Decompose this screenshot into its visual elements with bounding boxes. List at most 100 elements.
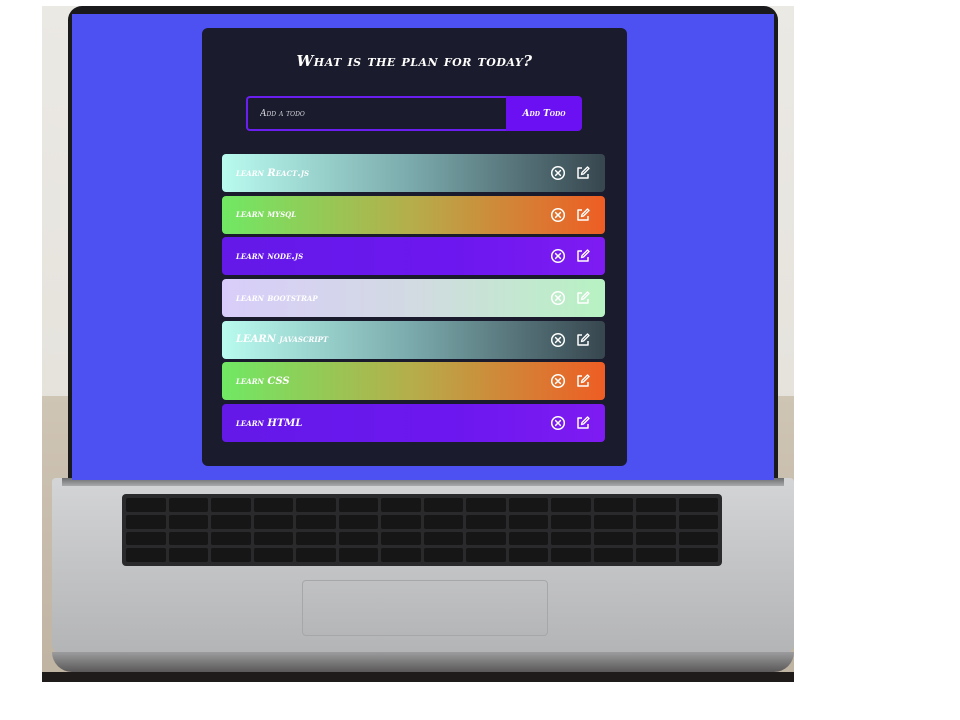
keyboard-key — [466, 548, 506, 562]
keyboard-key — [636, 514, 676, 529]
keyboard-key — [168, 514, 208, 529]
keyboard-key — [508, 514, 548, 529]
keyboard-key — [678, 498, 718, 512]
keyboard-key — [126, 548, 166, 562]
todo-item-actions — [550, 207, 591, 223]
keyboard-key — [381, 514, 421, 529]
laptop-screen: What is the plan for today? Add Todo lea… — [72, 14, 774, 480]
keyboard-key — [551, 498, 591, 512]
add-todo-button[interactable]: Add Todo — [506, 96, 582, 131]
edit-todo-edit-icon[interactable] — [575, 332, 591, 348]
photo-bottom-edge — [42, 672, 794, 682]
todo-item-actions — [550, 248, 591, 264]
keyboard-key — [211, 548, 251, 562]
edit-todo-edit-icon[interactable] — [575, 207, 591, 223]
keyboard-key — [253, 548, 293, 562]
keyboard-key — [168, 548, 208, 562]
delete-todo-close-circle-icon[interactable] — [550, 332, 566, 348]
keyboard-key — [126, 531, 166, 546]
keyboard-key — [593, 514, 633, 529]
keyboard-key — [551, 514, 591, 529]
keyboard-key — [423, 548, 463, 562]
keyboard-key — [423, 498, 463, 512]
todo-item: learn HTML — [222, 404, 605, 443]
keyboard-key — [126, 498, 166, 512]
delete-todo-close-circle-icon[interactable] — [550, 165, 566, 181]
keyboard-key — [593, 498, 633, 512]
todo-item: learn mysql — [222, 195, 605, 234]
delete-todo-close-circle-icon[interactable] — [550, 290, 566, 306]
keyboard-key — [423, 514, 463, 529]
todo-item-actions — [550, 373, 591, 389]
keyboard-key — [508, 548, 548, 562]
todo-form: Add Todo — [246, 96, 582, 131]
keyboard-key — [338, 548, 378, 562]
keyboard-key — [678, 548, 718, 562]
todo-list: learn React.js learn mysql learn node.js le… — [222, 154, 605, 446]
delete-todo-close-circle-icon[interactable] — [550, 207, 566, 223]
laptop-trackpad — [302, 580, 548, 636]
keyboard-key — [551, 548, 591, 562]
keyboard-key — [636, 498, 676, 512]
todo-item-actions — [550, 415, 591, 431]
keyboard-key — [296, 498, 336, 512]
keyboard-key — [296, 548, 336, 562]
keyboard-key — [338, 498, 378, 512]
laptop-base-edge — [52, 652, 794, 672]
keyboard-key — [551, 531, 591, 546]
keyboard-key — [168, 498, 208, 512]
edit-todo-edit-icon[interactable] — [575, 290, 591, 306]
todo-app: What is the plan for today? Add Todo lea… — [202, 28, 627, 466]
keyboard-key — [423, 531, 463, 546]
keyboard-key — [296, 514, 336, 529]
keyboard-key — [168, 531, 208, 546]
keyboard-key — [211, 498, 251, 512]
todo-item-actions — [550, 290, 591, 306]
keyboard-key — [636, 531, 676, 546]
keyboard-key — [636, 548, 676, 562]
keyboard-key — [211, 514, 251, 529]
keyboard-key — [466, 498, 506, 512]
edit-todo-edit-icon[interactable] — [575, 165, 591, 181]
keyboard-key — [381, 531, 421, 546]
edit-todo-edit-icon[interactable] — [575, 373, 591, 389]
keyboard-key — [508, 531, 548, 546]
todo-item-text: LEARN javascript — [236, 334, 329, 346]
todo-input[interactable] — [246, 96, 506, 131]
page-title: What is the plan for today? — [296, 52, 533, 70]
todo-item: learn node.js — [222, 237, 605, 276]
todo-item-text: learn CSS — [236, 375, 290, 387]
todo-item-actions — [550, 165, 591, 181]
keyboard-key — [253, 514, 293, 529]
keyboard-key — [381, 548, 421, 562]
todo-item-text: learn React.js — [236, 167, 310, 179]
todo-item: learn CSS — [222, 362, 605, 401]
keyboard-key — [508, 498, 548, 512]
keyboard-key — [381, 498, 421, 512]
keyboard-key — [466, 514, 506, 529]
keyboard-key — [126, 514, 166, 529]
todo-item-actions — [550, 332, 591, 348]
todo-item-text: learn node.js — [236, 250, 304, 262]
todo-item: LEARN javascript — [222, 320, 605, 359]
delete-todo-close-circle-icon[interactable] — [550, 415, 566, 431]
laptop-keyboard — [122, 494, 722, 566]
keyboard-key — [593, 548, 633, 562]
delete-todo-close-circle-icon[interactable] — [550, 373, 566, 389]
keyboard-key — [678, 531, 718, 546]
edit-todo-edit-icon[interactable] — [575, 415, 591, 431]
edit-todo-edit-icon[interactable] — [575, 248, 591, 264]
todo-item: learn bootstrap — [222, 279, 605, 318]
keyboard-key — [253, 531, 293, 546]
todo-item-text: learn mysql — [236, 209, 297, 221]
keyboard-key — [466, 531, 506, 546]
todo-item: learn React.js — [222, 154, 605, 192]
todo-item-text: learn HTML — [236, 417, 303, 429]
keyboard-key — [338, 531, 378, 546]
keyboard-key — [253, 498, 293, 512]
delete-todo-close-circle-icon[interactable] — [550, 248, 566, 264]
keyboard-key — [678, 514, 718, 529]
todo-item-text: learn bootstrap — [236, 292, 318, 304]
keyboard-key — [211, 531, 251, 546]
keyboard-key — [593, 531, 633, 546]
